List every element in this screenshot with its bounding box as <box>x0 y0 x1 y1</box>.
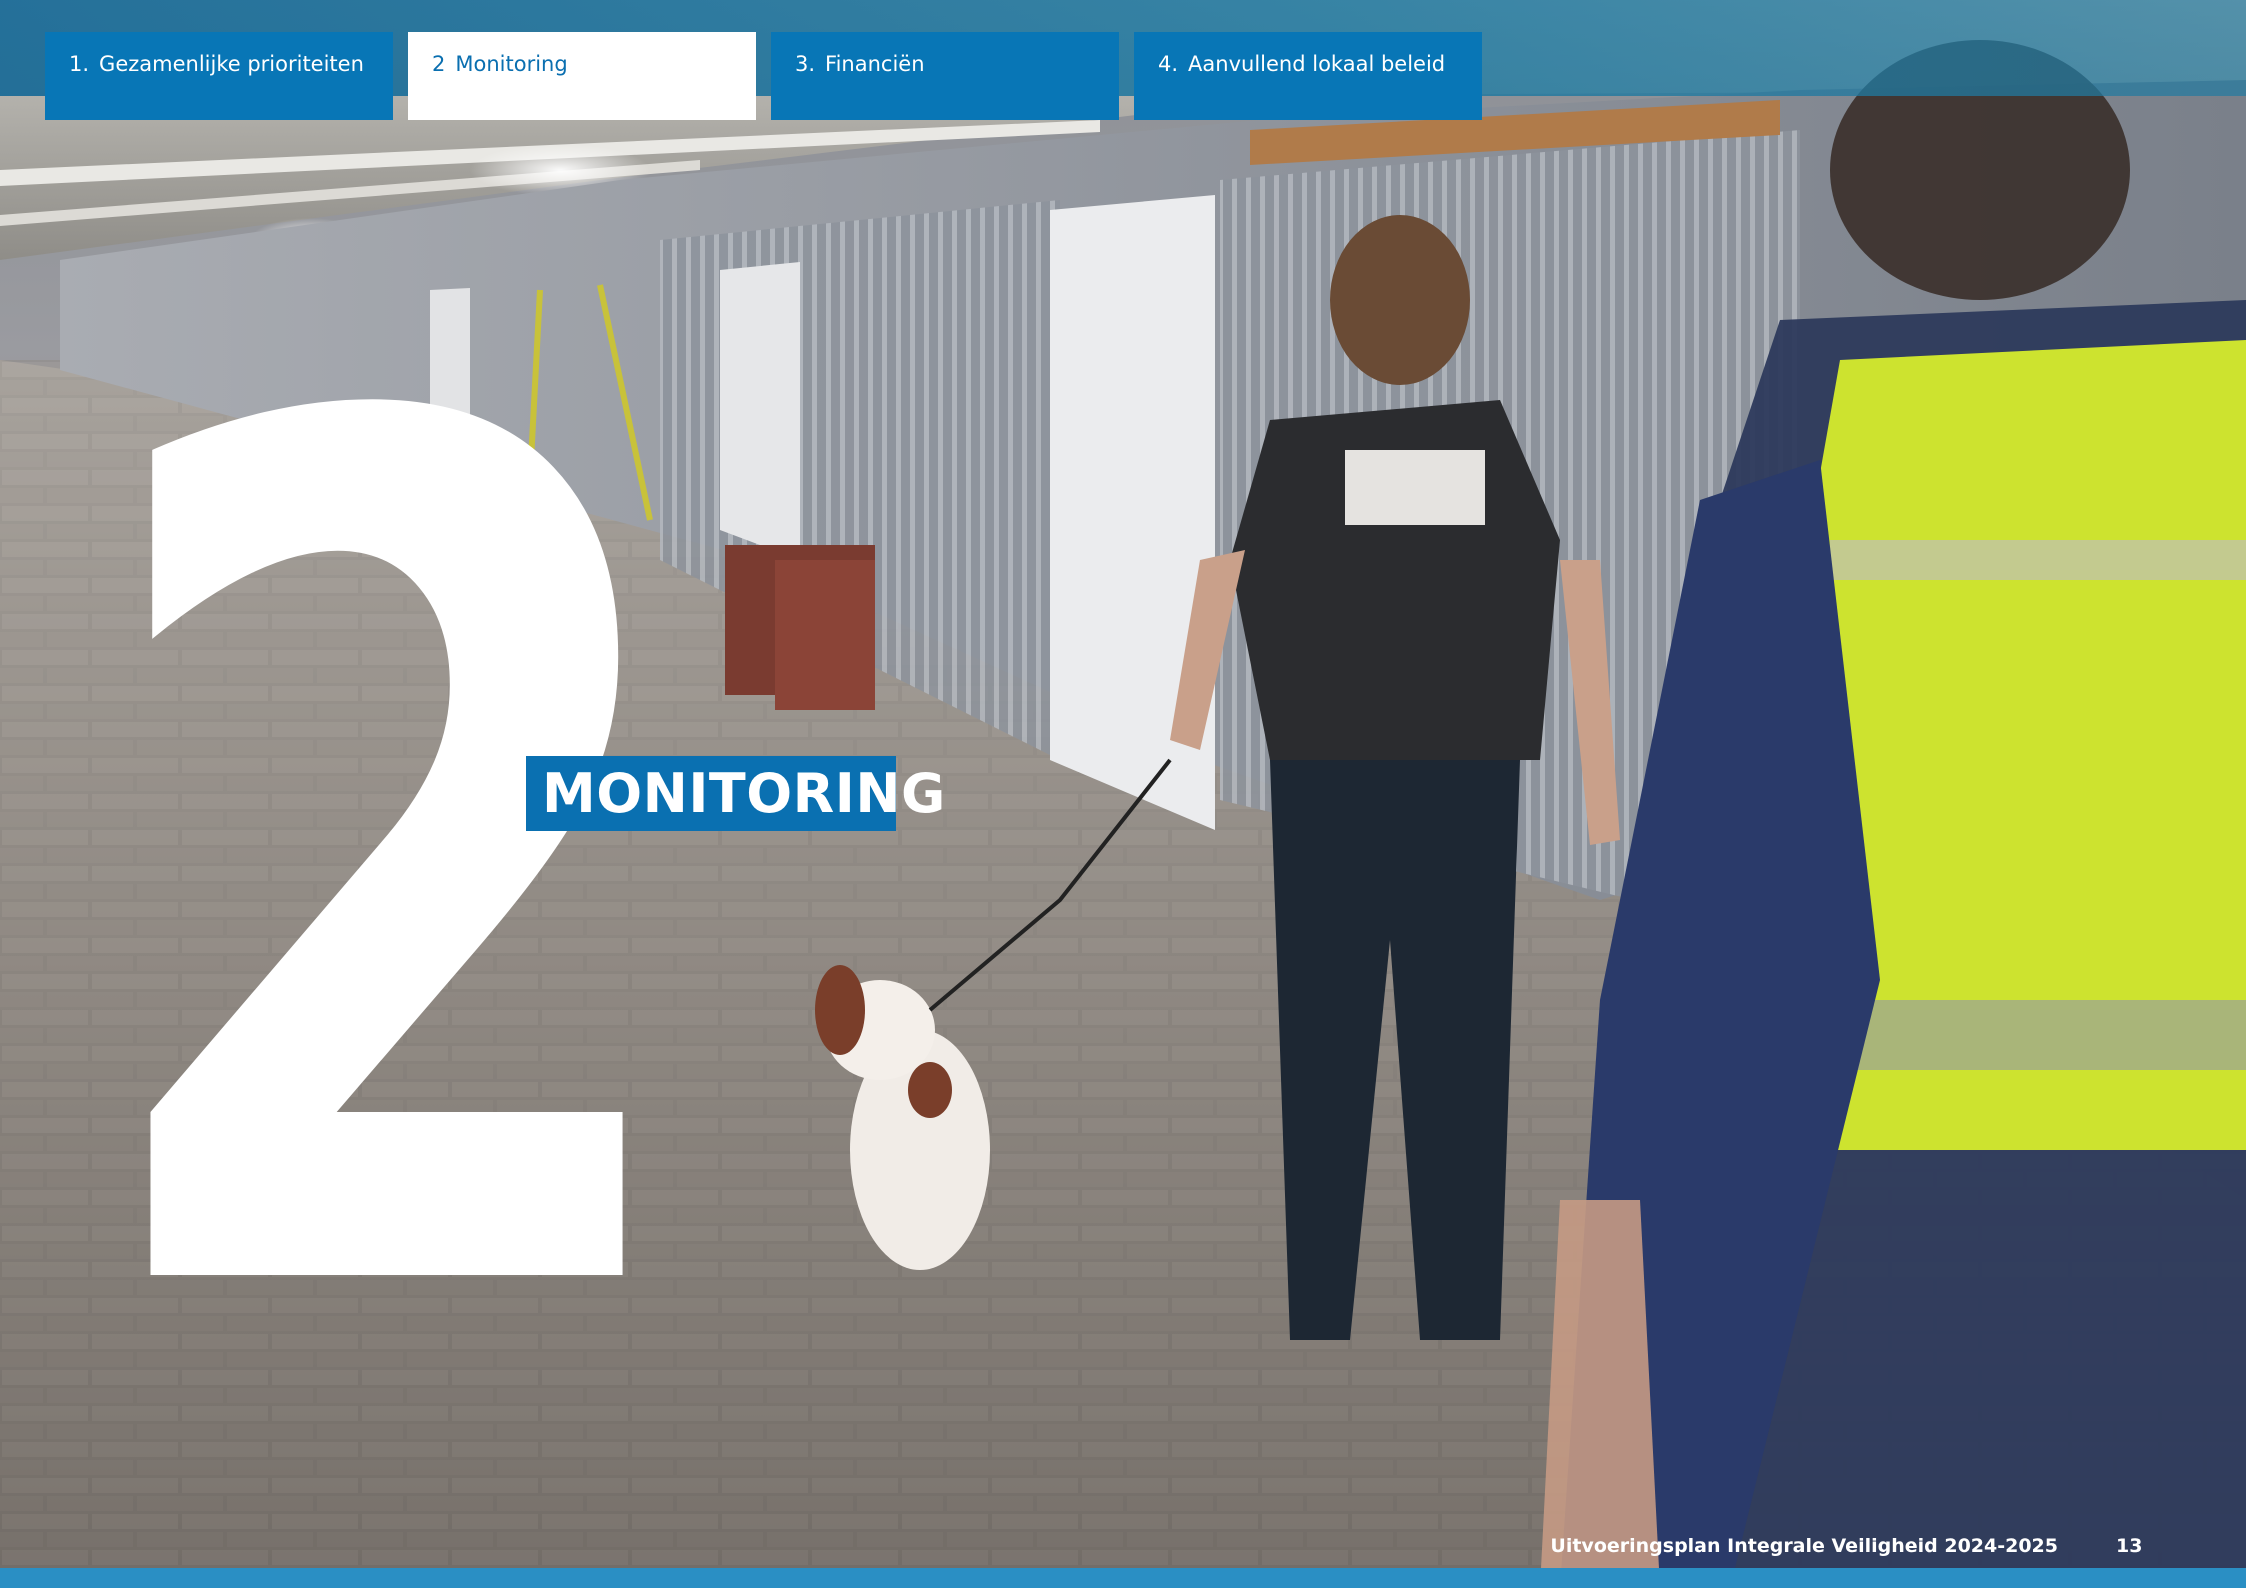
tab-financien[interactable]: 3. Financiën <box>771 32 1119 120</box>
tab-aanvullend-lokaal-beleid[interactable]: 4. Aanvullend lokaal beleid <box>1134 32 1482 120</box>
page-number: 13 <box>2116 1535 2143 1557</box>
tab-label: Financiën <box>825 52 925 76</box>
tab-monitoring[interactable]: 2 Monitoring <box>408 32 756 120</box>
document-title: Uitvoeringsplan Integrale Veiligheid 202… <box>1550 1535 2058 1557</box>
tab-label: Aanvullend lokaal beleid <box>1188 52 1446 76</box>
tab-number: 3. <box>795 52 816 76</box>
tab-number: 1. <box>69 52 90 76</box>
footer-bar <box>0 1568 2246 1588</box>
tab-gezamenlijke-prioriteiten[interactable]: 1. Gezamenlijke prioriteiten <box>45 32 393 120</box>
tab-number: 2 <box>432 52 446 76</box>
chapter-title: MONITORING <box>526 756 945 831</box>
tab-number: 4. <box>1158 52 1179 76</box>
tab-label: Monitoring <box>455 52 568 76</box>
tab-label: Gezamenlijke prioriteiten <box>99 52 364 76</box>
